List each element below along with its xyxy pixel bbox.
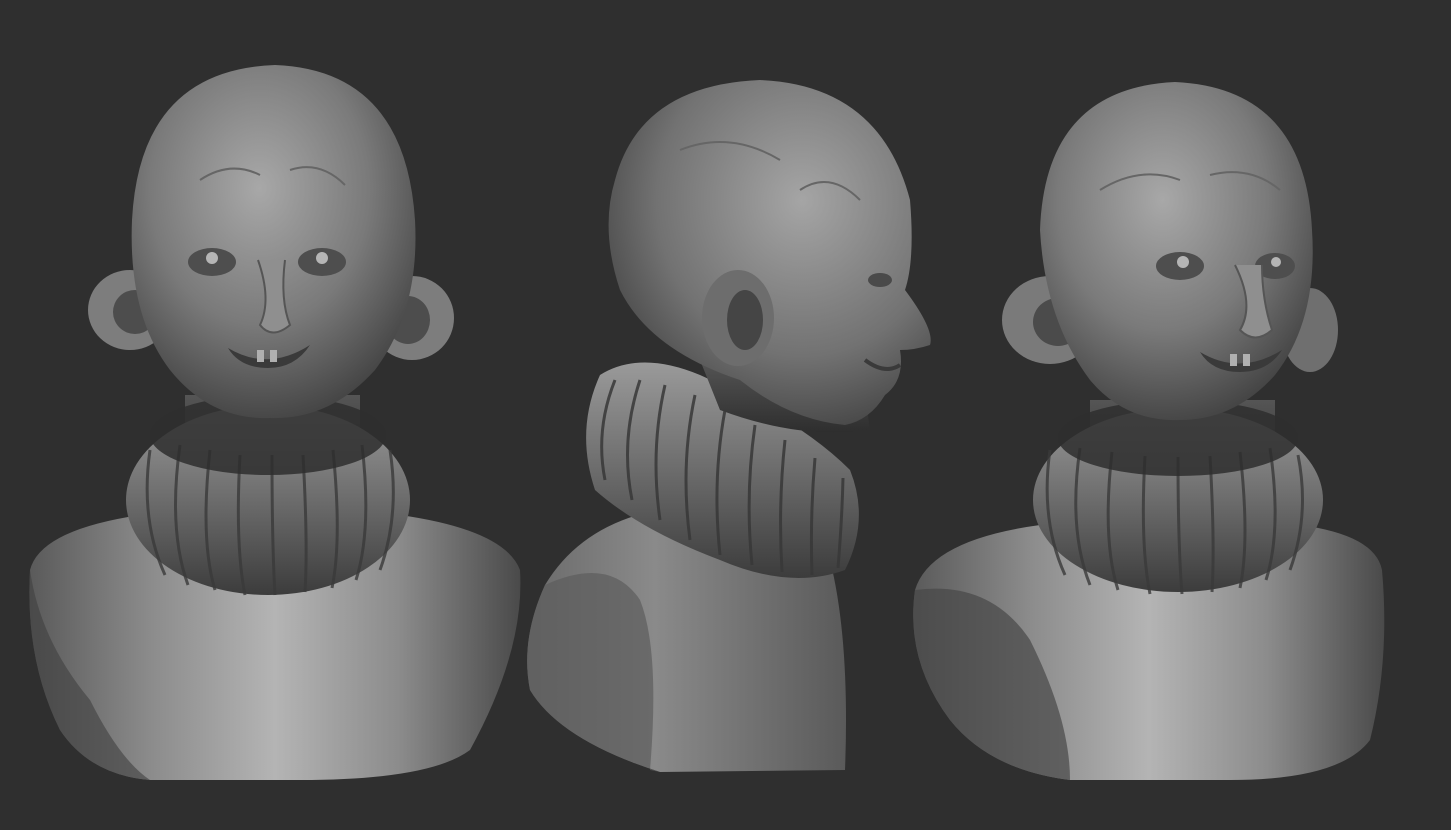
- bust-front-view: [29, 65, 521, 780]
- bust-side-view: [527, 80, 931, 772]
- bust-three-quarter-view: [913, 82, 1385, 780]
- tq-head: [1040, 82, 1313, 421]
- sculpt-render-canvas: [0, 0, 1451, 830]
